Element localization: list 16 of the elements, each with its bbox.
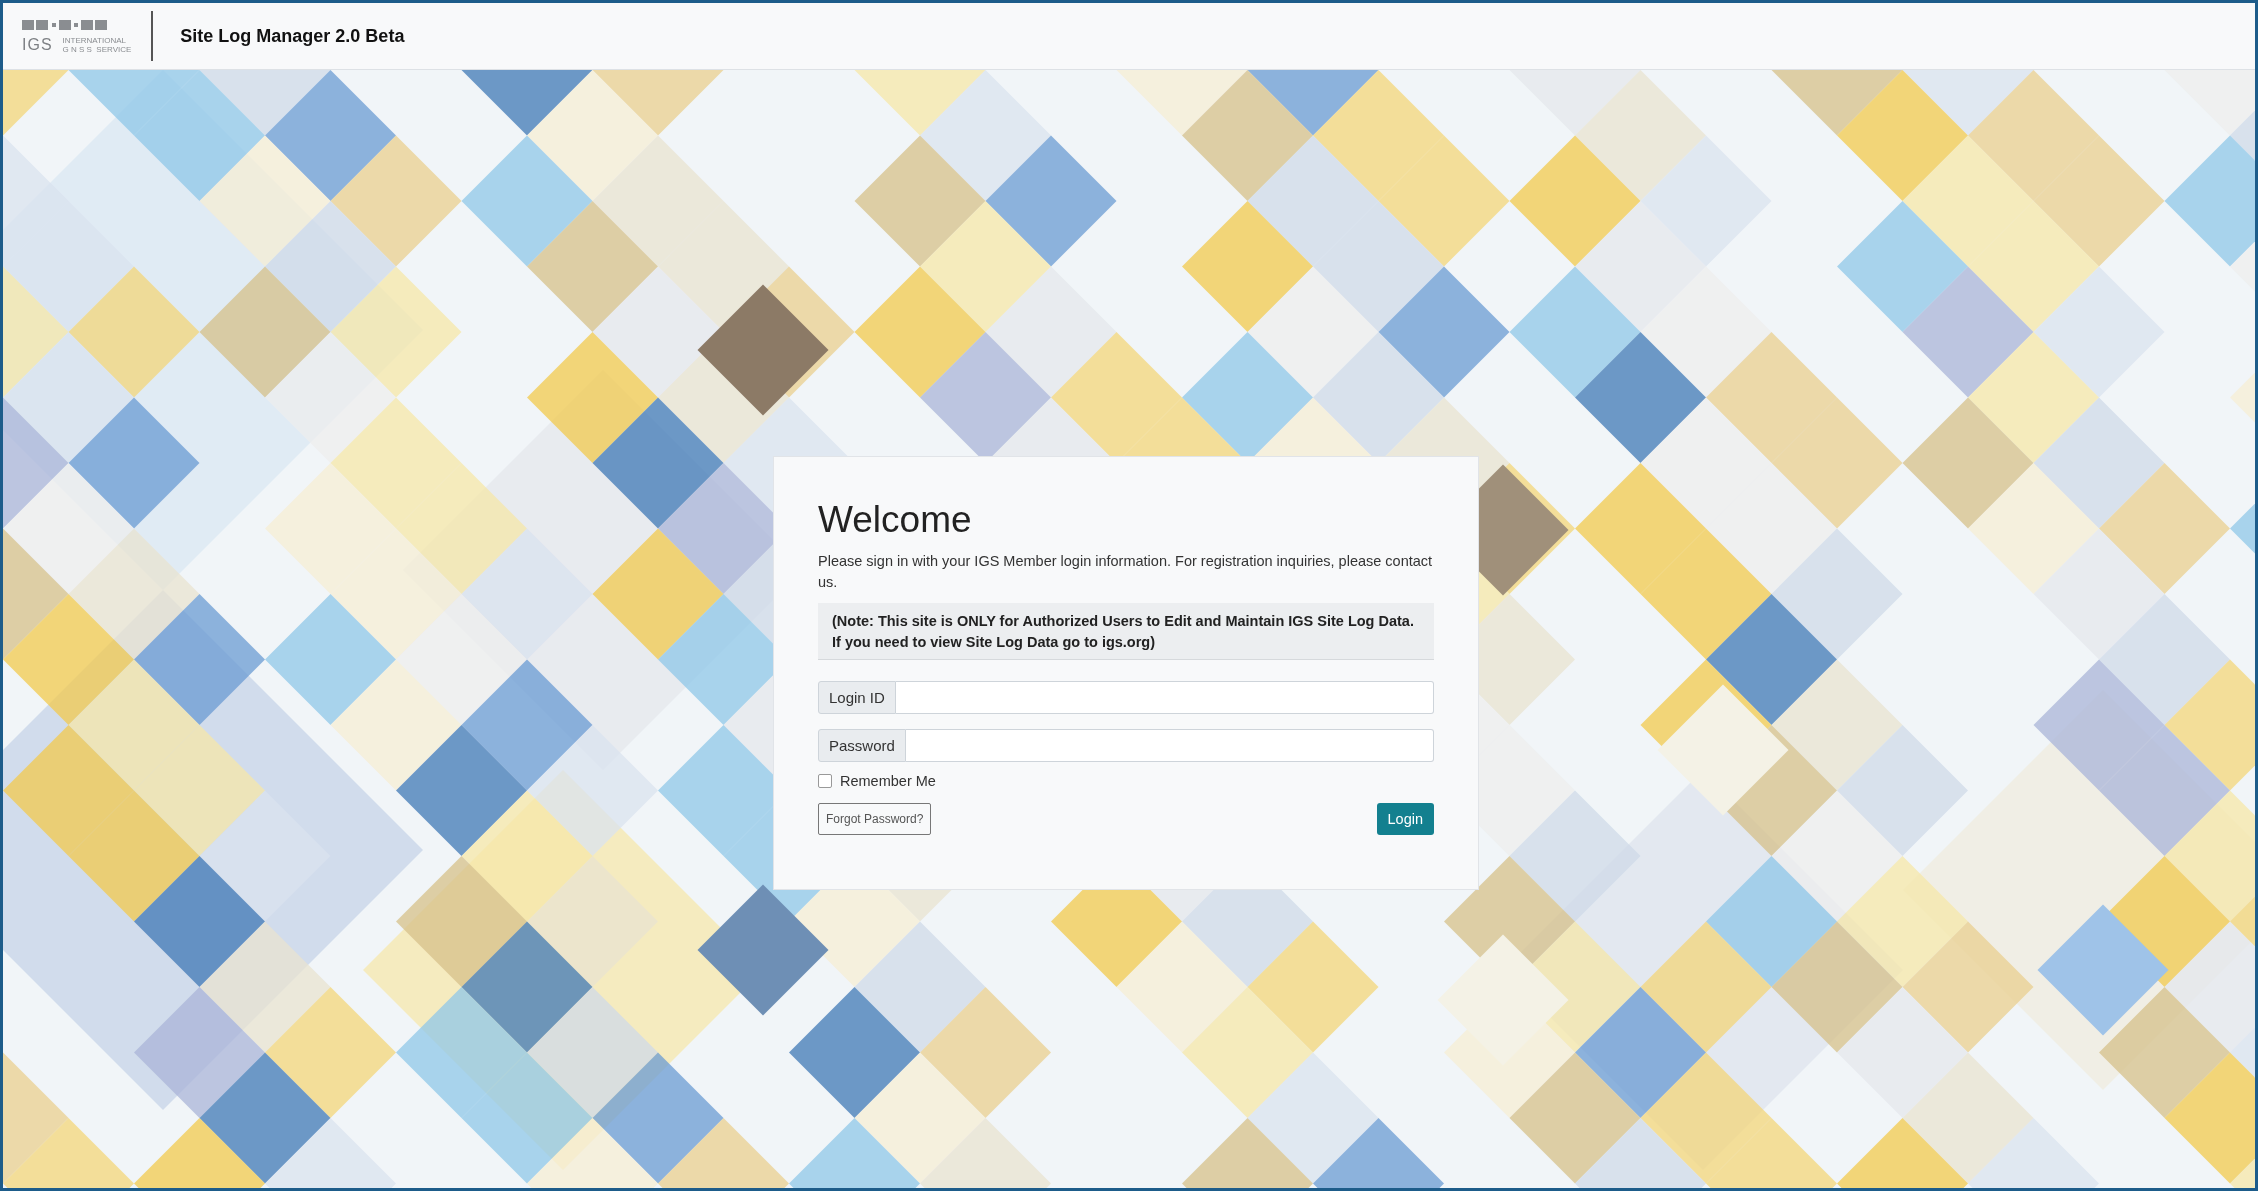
app-title: Site Log Manager 2.0 Beta [180, 25, 405, 47]
input-field[interactable] [905, 729, 1434, 762]
logo-subtitle: G N S S SERVICE [62, 45, 132, 54]
intro-text: Please sign in with your IGS Member login information. For registration inquiries, please contact us. [818, 552, 1434, 592]
remember-label[interactable]: Remember Me [840, 773, 936, 789]
forgot-password-button[interactable]: Forgot Password? [818, 803, 932, 835]
welcome-heading: Welcome [818, 499, 973, 541]
logo-subtitle: INTERNATIONAL [62, 36, 127, 45]
remember-checkbox[interactable] [818, 774, 832, 788]
field-label: Password [818, 729, 906, 762]
logo-squares-icon [22, 18, 108, 32]
logo-abbreviation: IGS [22, 36, 53, 54]
login-button[interactable]: Login [1376, 803, 1434, 835]
input-field[interactable] [895, 681, 1434, 714]
note-text: (Note: This site is ONLY for Authorized Users to Edit and Maintain IGS Site Log Data. If you need to view Site Log Data go to igs.org) [818, 603, 1434, 660]
field-label: Login ID [818, 681, 896, 714]
